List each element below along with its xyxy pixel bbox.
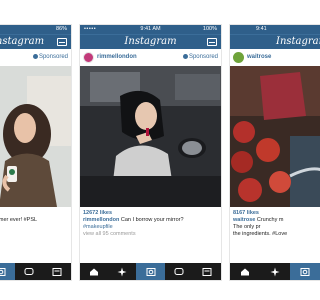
caption-text: warmer ever! #PSL	[0, 217, 38, 223]
post-caption: 8167 likes waitrose Crunchy m The only p…	[230, 207, 320, 238]
home-icon	[90, 268, 99, 275]
tab-home[interactable]	[230, 263, 260, 280]
activity-icon	[174, 267, 184, 275]
post-photo[interactable]	[0, 66, 71, 207]
caption-username[interactable]: waitrose	[233, 217, 255, 223]
camera-icon	[300, 267, 310, 276]
tab-camera[interactable]	[290, 263, 320, 280]
woman-coffee-photo	[0, 66, 71, 207]
explore-icon	[270, 267, 280, 276]
nav-bar: Instagram	[80, 34, 221, 49]
apples-photo	[230, 66, 320, 207]
status-bar: ••••• 9:41 AM 100%	[80, 25, 221, 34]
post-header: Sponsored	[0, 49, 71, 66]
likes-count[interactable]: 8167 likes	[233, 210, 317, 217]
tab-bar	[0, 263, 71, 280]
app-title: Instagram	[124, 36, 177, 47]
caption-text-3: the ingredients. #Love	[233, 231, 288, 237]
tab-bar	[230, 263, 320, 280]
status-time: 9:41	[256, 26, 267, 32]
camera-icon	[146, 267, 155, 276]
likes-count[interactable]: 12672 likes	[83, 210, 218, 217]
activity-icon	[24, 267, 34, 275]
status-bar: 9:41	[230, 25, 320, 34]
post-header: rimmellondon Sponsored	[80, 49, 221, 66]
tab-camera[interactable]	[136, 263, 165, 280]
view-comments-link[interactable]: view all 95 comments	[83, 231, 218, 238]
tab-camera[interactable]	[0, 263, 15, 280]
post-photo[interactable]	[230, 66, 320, 207]
clock-icon	[32, 53, 38, 59]
clock-icon	[182, 53, 188, 59]
caption-text: Crunchy m	[256, 217, 284, 223]
hashtag-link[interactable]: #makeupfile	[83, 224, 218, 231]
woman-car-mirror-photo	[80, 66, 221, 207]
status-bar: 86%	[0, 25, 71, 34]
inbox-icon[interactable]	[57, 38, 67, 46]
tab-explore[interactable]	[260, 263, 290, 280]
post-caption: 12672 likes rimmellondon Can I borrow yo…	[80, 207, 221, 238]
avatar[interactable]	[233, 52, 244, 63]
post-caption: warmer ever! #PSL	[0, 207, 71, 224]
tab-activity[interactable]	[15, 263, 43, 280]
phone-screen-right: 9:41 Instagram waitrose 8167 likes waitr…	[229, 24, 320, 281]
status-time: 9:41 AM	[140, 26, 161, 32]
post-username[interactable]: rimmellondon	[97, 49, 137, 66]
post-photo[interactable]	[80, 66, 221, 207]
sponsored-label[interactable]: Sponsored	[32, 49, 68, 66]
tab-explore[interactable]	[108, 263, 136, 280]
avatar[interactable]	[83, 52, 94, 63]
phone-screen-left: 86% Instagram Sponsored warmer ever! #PS…	[0, 24, 72, 281]
sponsored-label[interactable]: Sponsored	[182, 49, 218, 66]
phone-screen-center: ••••• 9:41 AM 100% Instagram rimmellondo…	[79, 24, 222, 281]
explore-icon	[117, 267, 127, 276]
caption-line: rimmellondon Can I borrow your mirror?	[83, 217, 218, 224]
tab-profile[interactable]	[193, 263, 221, 280]
battery-label: 100%	[202, 26, 217, 32]
camera-icon	[0, 267, 6, 276]
nav-bar: Instagram	[0, 34, 71, 49]
inbox-icon[interactable]	[207, 38, 217, 46]
post-header: waitrose	[230, 49, 320, 66]
tab-home[interactable]	[80, 263, 108, 280]
home-icon	[241, 268, 249, 275]
profile-icon	[52, 267, 62, 276]
caption-username[interactable]: rimmellondon	[83, 217, 119, 223]
nav-bar: Instagram	[230, 34, 320, 49]
post-username[interactable]: waitrose	[247, 49, 271, 66]
caption-text-2: The only pr	[233, 224, 261, 230]
tab-activity[interactable]	[165, 263, 193, 280]
tab-profile[interactable]	[43, 263, 71, 280]
caption-line: waitrose Crunchy m	[233, 217, 317, 224]
app-title: Instagram	[276, 36, 320, 47]
battery-label: 86%	[55, 26, 67, 32]
tab-bar	[80, 263, 221, 280]
profile-icon	[202, 267, 212, 276]
caption-text: Can I borrow your mirror?	[120, 217, 184, 223]
